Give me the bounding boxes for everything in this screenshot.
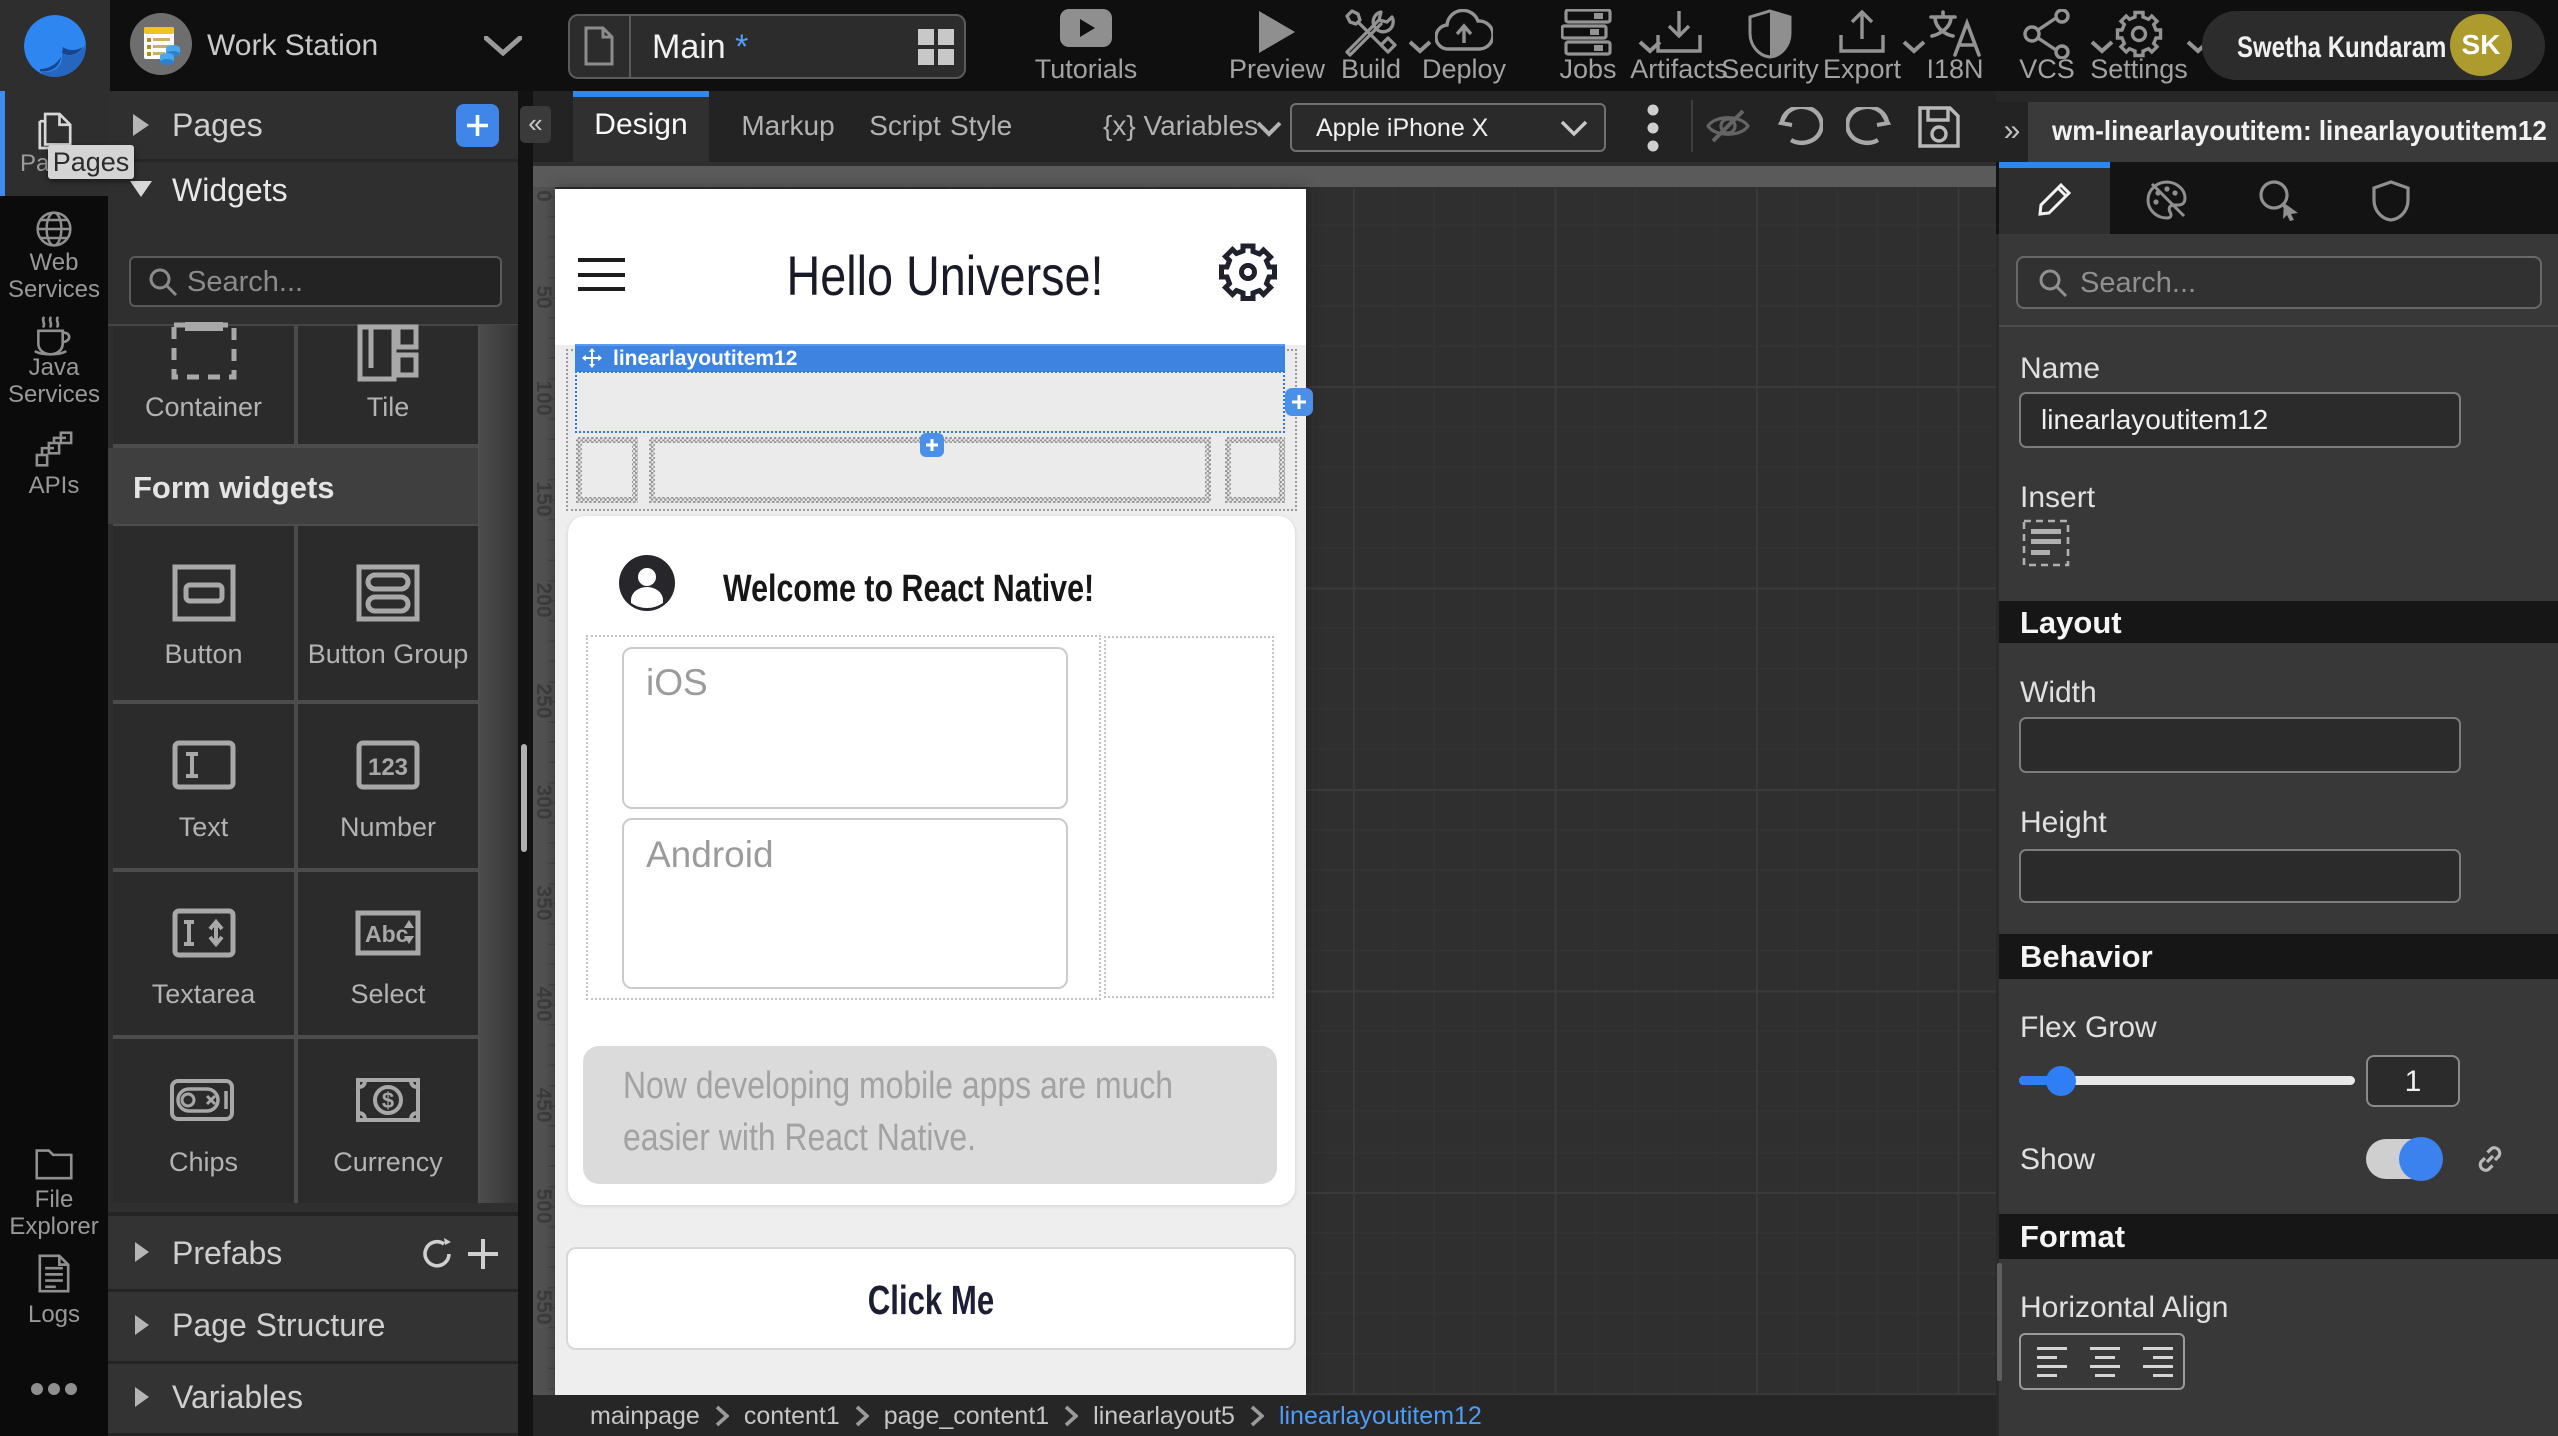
svg-text:123: 123 (368, 754, 408, 781)
svg-text:$: $ (382, 1088, 394, 1113)
svg-text:Abc: Abc (365, 921, 409, 947)
